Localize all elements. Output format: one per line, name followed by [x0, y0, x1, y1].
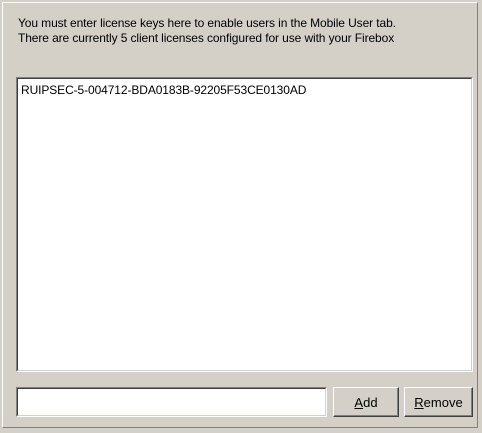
license-key-item[interactable]: RUIPSEC-5-004712-BDA0183B-92205F53CE0130… — [21, 83, 306, 97]
license-key-input[interactable] — [18, 389, 325, 415]
remove-button[interactable]: Remove — [404, 387, 473, 417]
license-key-input-frame — [16, 387, 327, 417]
remove-button-label: emove — [423, 394, 463, 410]
license-key-list[interactable]: RUIPSEC-5-004712-BDA0183B-92205F53CE0130… — [16, 77, 473, 372]
add-button[interactable]: Add — [333, 387, 399, 417]
description-line-2: There are currently 5 client licenses co… — [18, 31, 395, 45]
description-line-1: You must enter license keys here to enab… — [18, 16, 396, 30]
add-button-label: dd — [363, 394, 378, 410]
remove-button-mnemonic: R — [414, 394, 424, 410]
license-description: You must enter license keys here to enab… — [18, 16, 478, 46]
add-button-mnemonic: A — [354, 394, 364, 410]
